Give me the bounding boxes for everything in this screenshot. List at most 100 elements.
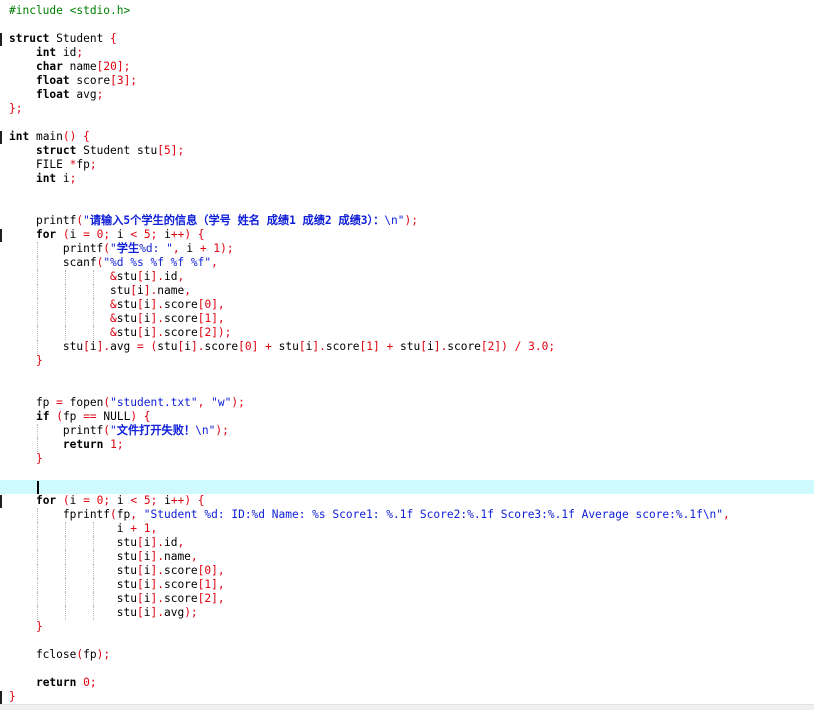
code-line[interactable]: stu[i].id, (0, 536, 814, 550)
code-line[interactable]: return 0; (0, 676, 814, 690)
operator: ( (56, 410, 63, 423)
fold-marker[interactable] (0, 495, 2, 508)
code-line[interactable] (0, 662, 814, 676)
code-text-line: FILE *fp; (9, 158, 97, 172)
code-line[interactable] (0, 18, 814, 32)
code-line[interactable] (0, 634, 814, 648)
fold-marker[interactable] (0, 229, 2, 242)
operator: ); (231, 396, 245, 409)
current-code-line[interactable] (0, 480, 814, 494)
code-line[interactable]: stu[i].score[0], (0, 564, 814, 578)
code-line[interactable]: stu[i].avg = (stu[i].score[0] + stu[i].s… (0, 340, 814, 354)
code-text-line: #include <stdio.h> (9, 4, 130, 18)
code-line[interactable]: &stu[i].score[1], (0, 312, 814, 326)
code-text: i (110, 494, 131, 507)
code-line[interactable] (0, 466, 814, 480)
code-text-line: stu[i].name, (9, 284, 191, 298)
code-line[interactable]: stu[i].name, (0, 550, 814, 564)
code-line[interactable]: struct Student stu[5]; (0, 144, 814, 158)
code-line[interactable]: stu[i].score[2], (0, 592, 814, 606)
operator: [ (137, 298, 144, 311)
code-text: i (143, 312, 151, 325)
code-line[interactable]: stu[i].name, (0, 284, 814, 298)
code-line[interactable]: } (0, 620, 814, 634)
code-line[interactable]: printf("请输入5个学生的信息（学号 姓名 成绩1 成绩2 成绩3）：\n… (0, 214, 814, 228)
number-literal: 0 (83, 676, 90, 689)
string-literal: "student.txt" (110, 396, 198, 409)
code-text: id (164, 270, 178, 283)
keyword: struct (9, 32, 50, 45)
code-text: stu (116, 312, 138, 325)
code-line[interactable]: } (0, 690, 814, 704)
code-line[interactable]: printf("学生%d: ", i + 1); (0, 242, 814, 256)
code-line[interactable]: struct Student { (0, 32, 814, 46)
operator: == (83, 410, 97, 423)
code-line[interactable]: int id; (0, 46, 814, 60)
code-line[interactable]: int i; (0, 172, 814, 186)
code-line[interactable]: } (0, 354, 814, 368)
code-line[interactable]: printf("文件打开失败！\n"); (0, 424, 814, 438)
operator: [ (298, 340, 306, 353)
code-line[interactable]: for (i = 0; i < 5; i++) { (0, 494, 814, 508)
string-literal: "w" (211, 396, 232, 409)
operator: }; (9, 102, 23, 115)
code-line[interactable]: for (i = 0; i < 5; i++) { (0, 228, 814, 242)
code-line[interactable]: } (0, 452, 814, 466)
code-line[interactable]: int main() { (0, 130, 814, 144)
code-line[interactable]: #include <stdio.h> (0, 4, 814, 18)
code-text: fp (116, 508, 131, 521)
code-line[interactable] (0, 382, 814, 396)
code-line[interactable]: FILE *fp; (0, 158, 814, 172)
code-text-line: } (9, 690, 16, 704)
operator: ]. (150, 536, 164, 549)
code-line[interactable]: float score[3]; (0, 74, 814, 88)
code-line[interactable] (0, 116, 814, 130)
code-line[interactable] (0, 186, 814, 200)
code-text: stu (9, 340, 84, 353)
fold-marker[interactable] (0, 131, 2, 144)
operator: [ (157, 144, 164, 157)
code-line[interactable]: float avg; (0, 88, 814, 102)
operator: { (110, 32, 117, 45)
string-literal: \n" (195, 424, 216, 437)
operator: + (130, 522, 137, 535)
code-line[interactable]: if (fp == NULL) { (0, 410, 814, 424)
code-line[interactable]: return 1; (0, 438, 814, 452)
keyword: return (35, 676, 77, 689)
operator: ) { (130, 410, 151, 423)
code-line[interactable]: stu[i].avg); (0, 606, 814, 620)
horizontal-scrollbar[interactable] (0, 704, 814, 710)
code-editor[interactable]: #include <stdio.h> struct Student { int i… (0, 0, 814, 709)
code-text: printf (9, 214, 77, 227)
code-line[interactable]: char name[20]; (0, 60, 814, 74)
code-line[interactable]: fp = fopen("student.txt", "w"); (0, 396, 814, 410)
code-text: score (163, 578, 198, 591)
code-line[interactable] (0, 368, 814, 382)
operator: ], (211, 298, 225, 311)
code-text-line: }; (9, 102, 22, 116)
code-line[interactable]: fprintf(fp, "Student %d: ID:%d Name: %s … (0, 508, 814, 522)
code-text: fclose (9, 648, 77, 661)
code-line[interactable]: &stu[i].score[2]); (0, 326, 814, 340)
code-line[interactable]: &stu[i].id, (0, 270, 814, 284)
code-text: i (157, 494, 171, 507)
keyword: if (35, 410, 50, 423)
code-text: score (164, 312, 198, 325)
operator: & (110, 326, 117, 339)
code-line[interactable]: &stu[i].score[0], (0, 298, 814, 312)
code-line[interactable]: i + 1, (0, 522, 814, 536)
fold-marker[interactable] (0, 691, 2, 704)
fold-marker[interactable] (0, 33, 2, 46)
operator: , (172, 242, 180, 255)
code-text-line: float score[3]; (9, 74, 137, 88)
code-line[interactable] (0, 200, 814, 214)
code-line[interactable]: fclose(fp); (0, 648, 814, 662)
code-line[interactable]: }; (0, 102, 814, 116)
code-line[interactable]: stu[i].score[1], (0, 578, 814, 592)
code-line[interactable]: scanf("%d %s %f %f %f", (0, 256, 814, 270)
